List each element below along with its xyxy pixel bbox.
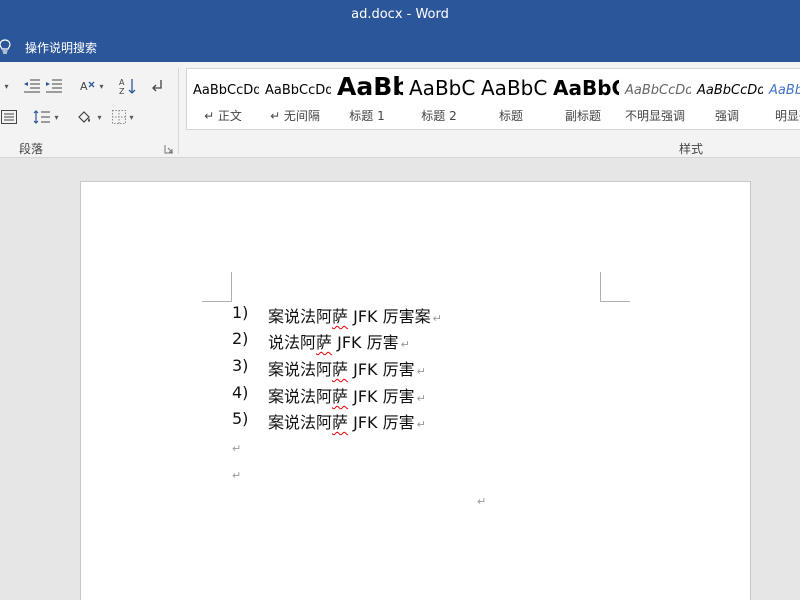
title-bar: ad.docx - Word xyxy=(0,0,800,32)
show-marks-icon[interactable] xyxy=(150,77,166,95)
empty-paragraph-mark[interactable]: ↵ xyxy=(232,469,241,482)
spelling-error[interactable]: 萨 xyxy=(316,333,332,352)
svg-text:A: A xyxy=(80,80,88,93)
paragraph-group-label: 段落 xyxy=(19,142,44,156)
style-title[interactable]: AaBbC 标题 xyxy=(475,69,547,129)
style-heading-2[interactable]: AaBbC 标题 2 xyxy=(403,69,475,129)
spelling-error[interactable]: 萨 xyxy=(332,307,348,326)
style-normal[interactable]: AaBbCcDd ↵ 正文 xyxy=(187,69,259,129)
empty-paragraph-mark[interactable]: ↵ xyxy=(232,442,241,455)
window-title: ad.docx - Word xyxy=(351,7,449,22)
styles-group-label: 样式 xyxy=(679,142,704,156)
style-intense-emphasis[interactable]: AaBbC 明显强调 xyxy=(763,69,800,129)
end-paragraph-mark[interactable]: ↵ xyxy=(477,495,486,508)
paragraph-mark: ↵ xyxy=(400,338,410,351)
borders-icon[interactable]: ▾ xyxy=(108,108,138,126)
style-no-spacing[interactable]: AaBbCcDd ↵ 无间隔 xyxy=(259,69,331,129)
group-separator xyxy=(178,68,179,154)
style-subtle-emphasis[interactable]: AaBbCcDd 不明显强调 xyxy=(619,69,691,129)
bullets-dropdown[interactable]: ▾ xyxy=(0,78,10,94)
line-spacing-icon[interactable]: ▾ xyxy=(32,108,60,126)
crop-mark-top-right xyxy=(600,272,630,302)
svg-text:Z: Z xyxy=(119,87,125,95)
dialog-launcher-icon[interactable] xyxy=(164,144,174,154)
paragraph-mark: ↵ xyxy=(432,312,442,325)
shading-icon[interactable]: ▾ xyxy=(74,108,104,126)
tell-me-search[interactable]: 操作说明搜索 xyxy=(25,39,97,56)
tell-me-bar: 操作说明搜索 xyxy=(0,32,800,62)
sort-icon[interactable]: AZ xyxy=(117,76,139,96)
text-direction-icon[interactable]: A ▾ xyxy=(76,77,106,95)
paragraph-mark: ↵ xyxy=(416,392,426,405)
spelling-error[interactable]: 萨 xyxy=(332,413,348,432)
style-heading-1[interactable]: AaBb 标题 1 xyxy=(331,69,403,129)
spelling-error[interactable]: 萨 xyxy=(332,387,348,406)
styles-gallery: AaBbCcDd ↵ 正文 AaBbCcDd ↵ 无间隔 AaBb 标题 1 A… xyxy=(186,68,800,130)
paragraph-mark: ↵ xyxy=(416,365,426,378)
svg-text:A: A xyxy=(119,78,125,87)
increase-indent-icon[interactable] xyxy=(44,77,64,95)
style-subtitle[interactable]: AaBbC 副标题 xyxy=(547,69,619,129)
spelling-error[interactable]: 萨 xyxy=(332,360,348,379)
style-emphasis[interactable]: AaBbCcDd 强调 xyxy=(691,69,763,129)
crop-mark-top-left xyxy=(202,272,232,302)
paragraph-mark: ↵ xyxy=(416,418,426,431)
lightbulb-icon[interactable] xyxy=(0,39,12,55)
decrease-indent-icon[interactable] xyxy=(22,77,42,95)
distributed-align-icon[interactable] xyxy=(0,108,18,126)
